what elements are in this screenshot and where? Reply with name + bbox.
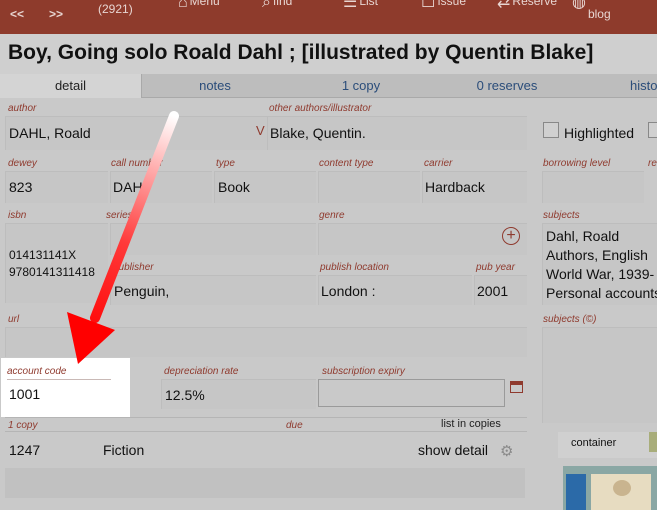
other-authors-value: Blake, Quentin. bbox=[270, 125, 366, 141]
book-cover-image bbox=[563, 466, 657, 510]
carrier-label: carrier bbox=[424, 158, 453, 169]
isbn-value-1: 014131141X bbox=[9, 248, 77, 262]
isbn-field[interactable] bbox=[5, 223, 108, 303]
isbn-value-2: 9780141311418 bbox=[9, 265, 95, 279]
record-title-bar: Boy, Going solo Roald Dahl ; [illustrate… bbox=[0, 34, 657, 74]
publisher-value: Penguin, bbox=[114, 283, 170, 299]
subjects-c-field[interactable] bbox=[542, 327, 657, 423]
highlighted-checkbox[interactable] bbox=[543, 122, 559, 138]
container-panel: container bbox=[558, 432, 657, 458]
url-field[interactable] bbox=[5, 327, 527, 357]
next-record-button[interactable]: >> bbox=[49, 7, 63, 21]
blog-button[interactable]: ◍ blog bbox=[572, 0, 611, 21]
show-detail-link[interactable]: show detail bbox=[418, 442, 488, 458]
pub-year-label: pub year bbox=[476, 262, 515, 273]
search-icon: ⌕ bbox=[262, 0, 271, 11]
issue-button[interactable]: ☐ Issue bbox=[421, 0, 466, 12]
author-label: author bbox=[8, 103, 37, 114]
add-genre-icon[interactable]: + bbox=[502, 227, 520, 245]
reserve-icon: ⇄ bbox=[497, 0, 511, 11]
author-value: DAHL, Roald bbox=[9, 125, 91, 141]
gear-icon[interactable]: ⚙ bbox=[500, 442, 513, 460]
publish-location-label: publish location bbox=[320, 262, 389, 273]
content-type-field[interactable] bbox=[318, 171, 420, 203]
issue-icon: ☐ bbox=[421, 0, 436, 11]
dewey-value: 823 bbox=[9, 179, 33, 195]
genre-field[interactable] bbox=[318, 223, 527, 255]
copies-footer-bar bbox=[5, 468, 525, 498]
borrowing-level-field[interactable] bbox=[542, 171, 644, 203]
prev-record-button[interactable]: << bbox=[10, 7, 24, 21]
isbn-label: isbn bbox=[8, 210, 27, 221]
record-count: (2921) bbox=[98, 2, 133, 16]
series-label: series bbox=[106, 210, 133, 221]
dewey-label: dewey bbox=[8, 158, 37, 169]
subject-item: Authors, English bbox=[546, 247, 648, 263]
account-code-value: 1001 bbox=[9, 386, 41, 402]
top-toolbar: << >> (2921) ⌂ Menu ⌕ find ☰ List ☐ Issu… bbox=[0, 0, 657, 34]
globe-icon: ◍ bbox=[572, 0, 586, 11]
subscription-expiry-field[interactable] bbox=[318, 379, 505, 407]
copies-header: 1 copy bbox=[8, 420, 38, 431]
pub-year-value: 2001 bbox=[477, 283, 509, 299]
copy-location: Fiction bbox=[103, 442, 145, 458]
call-number-label: call number bbox=[111, 158, 163, 169]
url-label: url bbox=[8, 314, 20, 325]
re-label: re bbox=[648, 158, 657, 169]
account-code-label: account code bbox=[7, 366, 67, 377]
tab-history[interactable]: histo bbox=[630, 74, 657, 98]
calendar-icon[interactable] bbox=[510, 381, 523, 393]
account-code-highlight[interactable]: account code 1001 bbox=[1, 358, 130, 417]
type-label: type bbox=[216, 158, 235, 169]
type-value: Book bbox=[218, 179, 250, 195]
publisher-label: publisher bbox=[113, 262, 154, 273]
tab-detail[interactable]: detail bbox=[0, 74, 142, 98]
record-tabs: detail notes 1 copy 0 reserves histo bbox=[0, 74, 657, 98]
carrier-value: Hardback bbox=[425, 179, 485, 195]
container-tab-marker bbox=[649, 432, 657, 452]
subject-item: Personal accounts bbox=[546, 285, 657, 301]
subjects-label: subjects bbox=[543, 210, 580, 221]
due-label: due bbox=[286, 420, 303, 431]
tab-notes[interactable]: notes bbox=[142, 74, 288, 98]
subject-item: World War, 1939- bbox=[546, 266, 655, 282]
copies-header-divider bbox=[5, 431, 527, 432]
content-type-label: content type bbox=[319, 158, 374, 169]
genre-label: genre bbox=[319, 210, 345, 221]
reserve-button[interactable]: ⇄ Reserve bbox=[497, 0, 557, 12]
call-number-value: DAH bbox=[113, 179, 143, 195]
list-button[interactable]: ☰ List bbox=[343, 0, 378, 12]
container-label: container bbox=[571, 437, 617, 449]
publish-location-value: London : bbox=[321, 283, 376, 299]
second-checkbox[interactable] bbox=[648, 122, 657, 138]
series-field[interactable] bbox=[110, 223, 316, 255]
home-icon: ⌂ bbox=[178, 0, 188, 11]
find-button[interactable]: ⌕ find bbox=[262, 0, 292, 12]
menu-button[interactable]: ⌂ Menu bbox=[178, 0, 220, 12]
highlighted-label: Highlighted bbox=[564, 125, 635, 141]
copy-barcode: 1247 bbox=[9, 442, 41, 458]
list-icon: ☰ bbox=[343, 0, 358, 11]
subscription-expiry-label: subscription expiry bbox=[322, 366, 405, 377]
depreciation-rate-label: depreciation rate bbox=[164, 366, 239, 377]
page-title: Boy, Going solo Roald Dahl ; [illustrate… bbox=[8, 41, 594, 64]
tab-copies[interactable]: 1 copy bbox=[288, 74, 434, 98]
list-in-copies-link[interactable]: list in copies bbox=[441, 418, 501, 430]
subjects-c-label: subjects (©) bbox=[543, 314, 597, 325]
depreciation-rate-value: 12.5% bbox=[165, 387, 205, 403]
author-validate-flag[interactable]: V bbox=[256, 123, 265, 138]
tab-reserves[interactable]: 0 reserves bbox=[434, 74, 580, 98]
borrowing-level-label: borrowing level bbox=[543, 158, 611, 169]
other-authors-label: other authors/illustrator bbox=[269, 103, 372, 114]
account-code-underline bbox=[7, 379, 111, 380]
subject-item: Dahl, Roald bbox=[546, 228, 620, 244]
